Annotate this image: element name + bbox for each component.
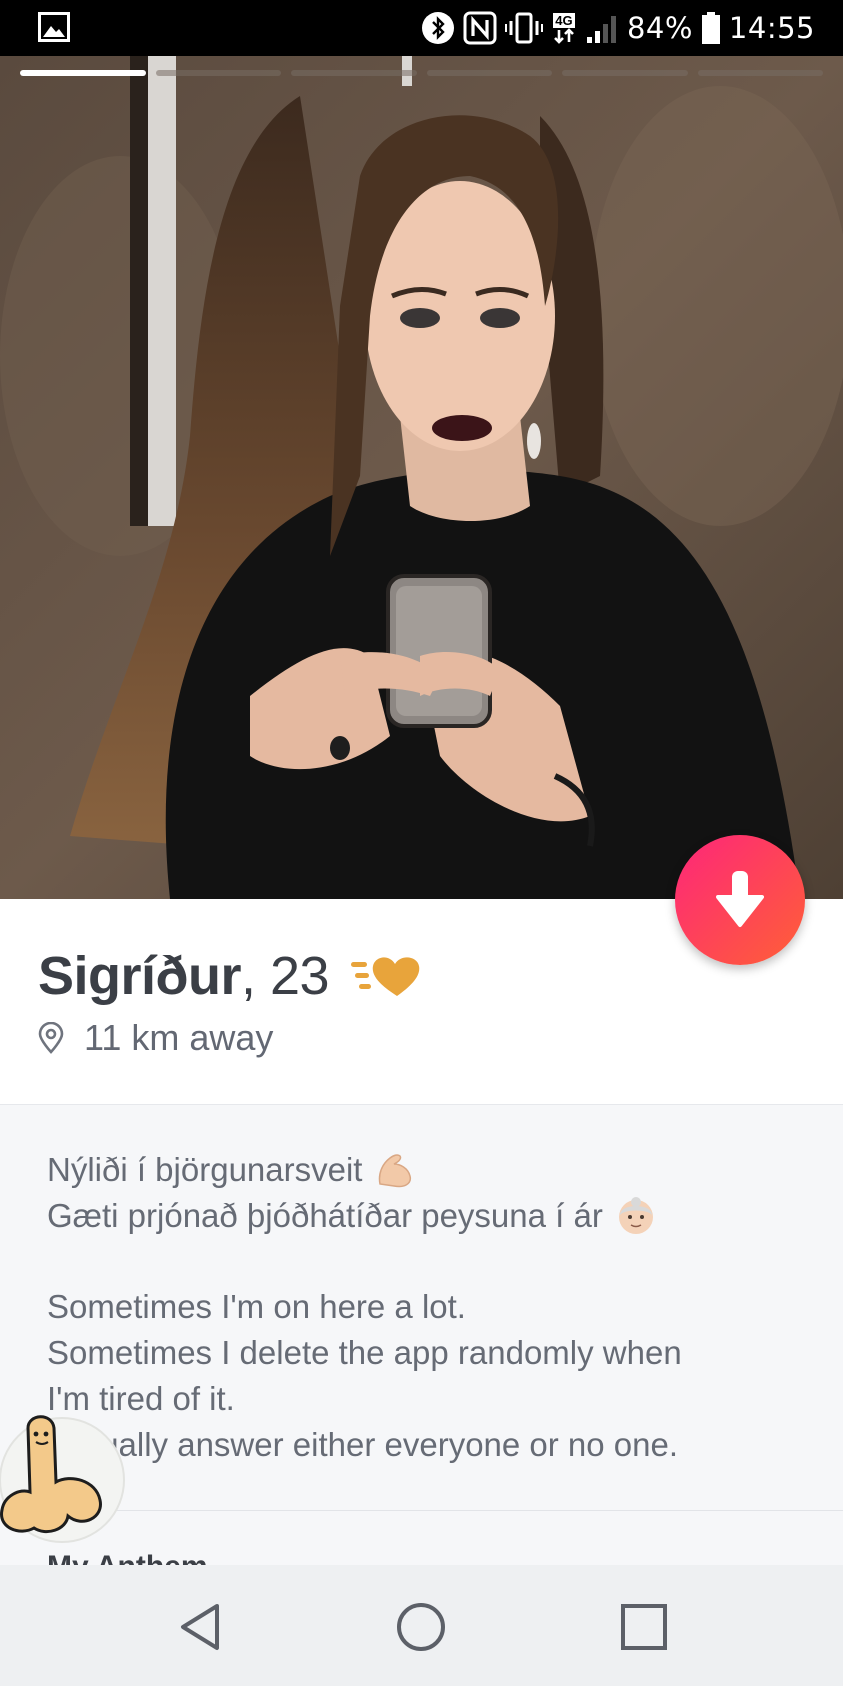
bio-line: I'm tired of it.: [47, 1380, 235, 1417]
flexed-biceps-emoji: [379, 1154, 412, 1188]
battery-icon: [701, 12, 720, 44]
signal-icon: [586, 16, 616, 43]
nfc-icon: [463, 11, 497, 45]
profile-name: Sigríður: [38, 946, 242, 1006]
vibrate-icon: [504, 12, 543, 44]
photo-progress-segment[interactable]: [426, 70, 552, 76]
recents-square-icon: [621, 1604, 667, 1650]
bio-line: Nýliði í björgunarsveit: [47, 1147, 807, 1193]
bio-line: Sometimes I'm on here a lot.: [47, 1288, 466, 1325]
profile-photo[interactable]: [0, 56, 843, 899]
photo-progress-indicator: [20, 70, 823, 76]
bio-text: Nýliði í björgunarsveit Gæti prjónað þjó…: [47, 1147, 807, 1468]
profile-name-age: Sigríður, 23: [38, 945, 330, 1007]
android-nav-bar: [0, 1565, 843, 1686]
sticker-image: [0, 1415, 125, 1543]
bluetooth-icon: [421, 12, 454, 44]
back-triangle-icon: [181, 1604, 219, 1650]
gallery-icon: [38, 12, 70, 42]
photo-progress-segment[interactable]: [562, 70, 688, 76]
nav-back-button[interactable]: [160, 1587, 240, 1667]
home-circle-icon: [397, 1603, 445, 1651]
bio-line: I usually answer either everyone or no o…: [47, 1426, 679, 1463]
bio-line: Sometimes I delete the app randomly when: [47, 1334, 682, 1371]
arrow-down-icon: [716, 871, 764, 927]
nav-recents-button[interactable]: [604, 1587, 684, 1667]
distance-row: 11 km away: [38, 1017, 273, 1059]
status-bar: 4G 84% 14:55: [0, 0, 843, 56]
clock: 14:55: [728, 11, 815, 45]
app-screen: 4G 84% 14:55 Sigríður, 23 11 km away Nýl…: [0, 0, 843, 1686]
photo-progress-segment[interactable]: [155, 70, 281, 76]
4g-data-icon: 4G: [551, 12, 577, 44]
photo-image: [0, 56, 843, 899]
old-woman-emoji: [618, 1197, 653, 1234]
photo-progress-segment[interactable]: [697, 70, 823, 76]
super-like-heart-icon: [351, 957, 420, 996]
distance-text: 11 km away: [84, 1017, 274, 1058]
photo-progress-segment[interactable]: [20, 70, 146, 76]
location-pin-icon: [38, 1022, 64, 1054]
battery-percent: 84%: [626, 11, 693, 45]
nav-home-button[interactable]: [381, 1587, 461, 1667]
photo-progress-segment[interactable]: [291, 70, 417, 76]
profile-age: , 23: [241, 946, 330, 1006]
name-row: Sigríður, 23: [38, 945, 423, 1007]
bio-line: Gæti prjónað þjóðhátíðar peysuna í ár: [47, 1193, 807, 1239]
collapse-profile-button[interactable]: [675, 835, 805, 965]
